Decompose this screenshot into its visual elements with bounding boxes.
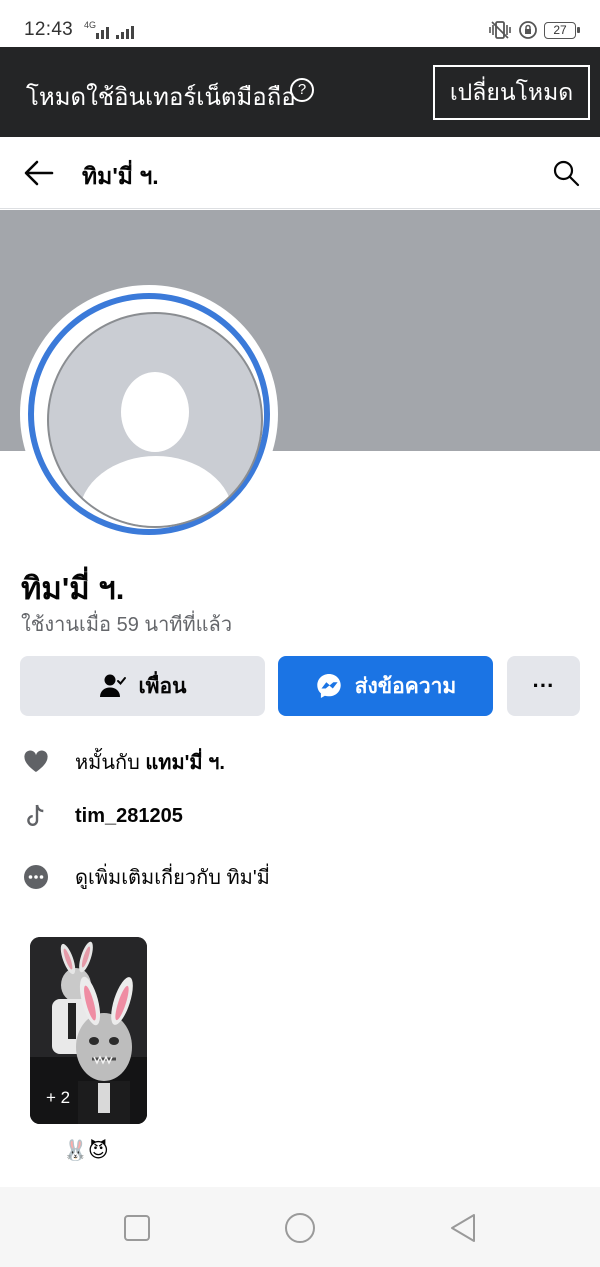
profile-name: ทิม'มี่ ฯ. [21, 571, 125, 606]
data-mode-text: โหมดใช้อินเทอร์เน็ตมือถือ [26, 84, 296, 111]
last-active-status: ใช้งานเมื่อ 59 นาทีที่แล้ว [21, 614, 233, 636]
question-circle-icon[interactable]: ? [290, 78, 314, 102]
profile-picture[interactable] [20, 285, 278, 543]
default-avatar-icon [47, 312, 263, 528]
heart-icon [24, 750, 48, 772]
featured-collection[interactable]: + 2 [30, 937, 147, 1124]
data-mode-banner: โหมดใช้อินเทอร์เน็ตมือถือ ? เปลี่ยนโหมด [0, 47, 600, 137]
relationship-prefix: หมั้นกับ [75, 752, 140, 774]
search-icon[interactable] [552, 159, 580, 187]
more-options-label: ··· [532, 673, 555, 698]
header-title: ทิม'มี่ ฯ. [82, 163, 159, 189]
send-message-button[interactable]: ส่งข้อความ [278, 656, 493, 716]
send-message-label: ส่งข้อความ [354, 674, 457, 698]
tiktok-username-link[interactable]: tim_281205 [75, 805, 183, 828]
switch-mode-button[interactable]: เปลี่ยนโหมด [433, 65, 590, 120]
status-bar: 12:43 4G 27 [0, 0, 600, 47]
profile-header: ทิม'มี่ ฯ. [0, 137, 600, 209]
recent-apps-icon[interactable] [120, 1211, 154, 1245]
arrow-left-icon[interactable] [22, 157, 56, 189]
featured-caption: 🐰😈 [63, 1140, 109, 1162]
rotation-lock-icon [519, 21, 537, 39]
vibrate-icon [489, 21, 511, 39]
story-ring [28, 293, 270, 535]
battery-icon: 27 [544, 21, 580, 39]
see-more-about-label: ดูเพิ่มเติมเกี่ยวกับ ทิม'มี่ [75, 867, 270, 889]
network-type: 4G [84, 20, 97, 30]
tiktok-icon [27, 804, 44, 826]
android-nav-bar [0, 1187, 600, 1267]
status-time: 12:43 [24, 19, 74, 40]
featured-count: + 2 [46, 1088, 71, 1107]
friends-label: เพื่อน [138, 674, 187, 698]
back-nav-icon[interactable] [446, 1211, 480, 1245]
more-options-button[interactable]: ··· [507, 656, 580, 716]
messenger-icon [317, 674, 341, 698]
friend-check-icon [99, 674, 126, 697]
friends-button[interactable]: เพื่อน [20, 656, 265, 716]
relationship-partner-link[interactable]: แทม'มี่ ฯ. [145, 746, 225, 778]
battery-level: 27 [553, 22, 567, 37]
tiktok-row: tim_281205 [22, 800, 183, 832]
relationship-row: หมั้นกับ แทม'มี่ ฯ. [22, 746, 225, 778]
see-more-about-row[interactable]: ดูเพิ่มเติมเกี่ยวกับ ทิม'มี่ [22, 861, 270, 893]
home-icon[interactable] [283, 1211, 317, 1245]
more-circle-icon [24, 865, 48, 889]
